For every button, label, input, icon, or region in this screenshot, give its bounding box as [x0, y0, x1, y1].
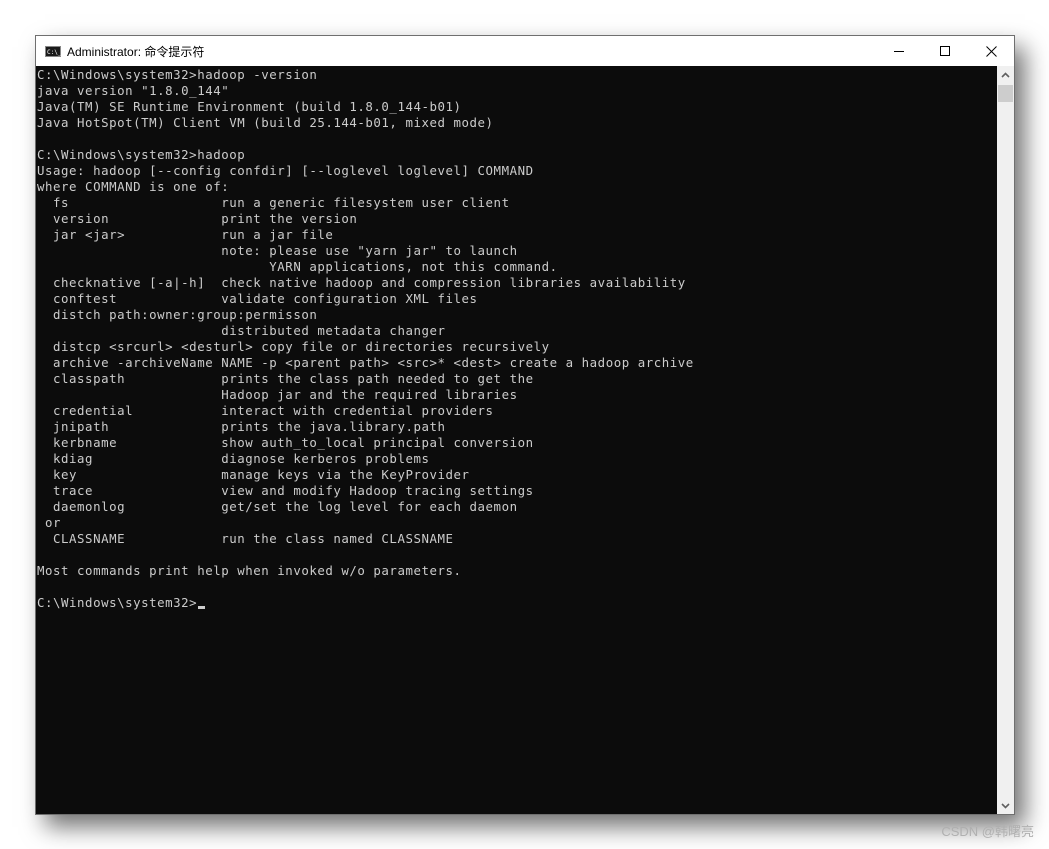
terminal-line: jnipath prints the java.library.path	[37, 419, 446, 434]
chevron-down-icon	[1001, 802, 1010, 809]
command-prompt-window: C:\_ Administrator: 命令提示符 C:\Windows\sys…	[35, 35, 1015, 815]
terminal-line: C:\Windows\system32>hadoop	[37, 147, 246, 162]
terminal-line: C:\Windows\system32>hadoop -version	[37, 67, 318, 82]
terminal-line: archive -archiveName NAME -p <parent pat…	[37, 355, 694, 370]
terminal-line: Java(TM) SE Runtime Environment (build 1…	[37, 99, 462, 114]
terminal-line: key manage keys via the KeyProvider	[37, 467, 470, 482]
terminal-line: YARN applications, not this command.	[37, 259, 558, 274]
text-cursor	[198, 606, 206, 609]
terminal-line: java version "1.8.0_144"	[37, 83, 230, 98]
scroll-down-button[interactable]	[997, 797, 1014, 814]
terminal-line: distch path:owner:group:permisson	[37, 307, 318, 322]
terminal-line: credential interact with credential prov…	[37, 403, 494, 418]
terminal-line: CLASSNAME run the class named CLASSNAME	[37, 531, 454, 546]
scrollbar-thumb[interactable]	[998, 85, 1013, 102]
terminal-line: kdiag diagnose kerberos problems	[37, 451, 430, 466]
terminal-lines: C:\Windows\system32>hadoop -version java …	[36, 66, 996, 595]
minimize-icon	[893, 50, 904, 52]
scroll-up-button[interactable]	[997, 66, 1014, 83]
terminal-line: daemonlog get/set the log level for each…	[37, 499, 518, 514]
close-icon	[985, 45, 997, 57]
title-bar[interactable]: C:\_ Administrator: 命令提示符	[36, 36, 1014, 66]
vertical-scrollbar[interactable]	[997, 66, 1014, 814]
cmd-icon: C:\_	[45, 45, 61, 57]
terminal-line: or	[37, 515, 62, 530]
terminal-line: note: please use "yarn jar" to launch	[37, 243, 518, 258]
prompt-text: C:\Windows\system32>	[37, 595, 198, 610]
window-controls	[876, 36, 1014, 66]
terminal-line: conftest validate configuration XML file…	[37, 291, 478, 306]
prompt-line[interactable]: C:\Windows\system32>	[36, 595, 996, 611]
watermark: CSDN @韩曙亮	[941, 824, 1034, 839]
terminal-line: Java HotSpot(TM) Client VM (build 25.144…	[37, 115, 494, 130]
terminal-line: trace view and modify Hadoop tracing set…	[37, 483, 534, 498]
terminal-line: checknative [-a|-h] check native hadoop …	[37, 275, 686, 290]
terminal-output[interactable]: C:\Windows\system32>hadoop -version java …	[36, 66, 996, 814]
terminal-line: version print the version	[37, 211, 358, 226]
terminal-line: Hadoop jar and the required libraries	[37, 387, 518, 402]
chevron-up-icon	[1001, 71, 1010, 78]
terminal-line: where COMMAND is one of:	[37, 179, 230, 194]
minimize-button[interactable]	[876, 36, 922, 66]
terminal-line: kerbname show auth_to_local principal co…	[37, 435, 534, 450]
terminal-line: distcp <srcurl> <desturl> copy file or d…	[37, 339, 550, 354]
terminal-line: Most commands print help when invoked w/…	[37, 563, 462, 578]
close-button[interactable]	[968, 36, 1014, 66]
terminal-line: jar <jar> run a jar file	[37, 227, 334, 242]
terminal-line: distributed metadata changer	[37, 323, 446, 338]
maximize-button[interactable]	[922, 36, 968, 66]
terminal-line: classpath prints the class path needed t…	[37, 371, 534, 386]
maximize-icon	[939, 45, 950, 56]
terminal-line: fs run a generic filesystem user client	[37, 195, 510, 210]
terminal-line: Usage: hadoop [--config confdir] [--logl…	[37, 163, 534, 178]
window-title: Administrator: 命令提示符	[67, 44, 205, 59]
